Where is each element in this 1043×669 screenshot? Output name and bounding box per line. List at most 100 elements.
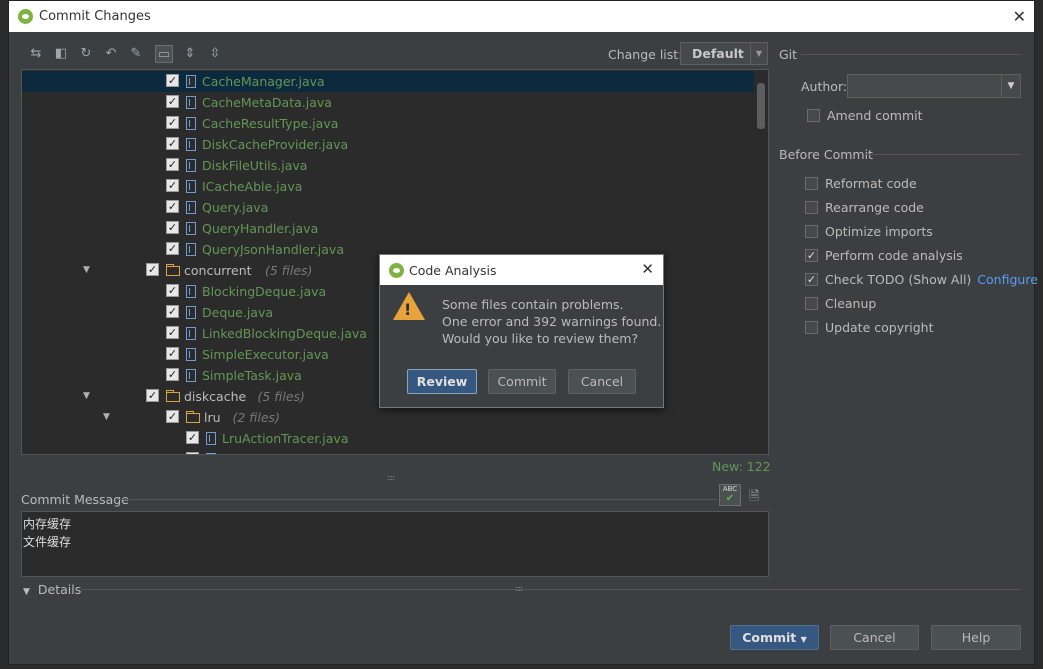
splitter-handle[interactable]: :::: [387, 473, 395, 482]
spell-check-button[interactable]: ABC ✔ [719, 484, 741, 506]
file-name: ICacheAble.java [202, 179, 303, 194]
include-checkbox[interactable]: ✓ [186, 452, 199, 454]
java-file-icon [186, 159, 196, 172]
before-commit-option-label: Check TODO (Show All) Configure [825, 271, 1038, 289]
java-file-icon [186, 96, 196, 109]
file-count-text: (5 files) [257, 389, 305, 404]
check-icon: ✔ [725, 493, 735, 504]
directory-file-count: (2 files) [233, 407, 280, 428]
tree-file-row[interactable]: ✓ CacheResultType.java [22, 113, 754, 134]
directory-name: diskcache [184, 389, 247, 404]
java-file-icon [186, 201, 196, 214]
checkbox-box [805, 297, 818, 310]
include-checkbox[interactable]: ✓ [186, 431, 199, 444]
divider [865, 154, 1021, 155]
splitter-handle[interactable]: :::: [515, 584, 523, 593]
expand-arrow-icon[interactable]: ▼ [83, 260, 90, 281]
before-commit-section-title: Before Commit [779, 147, 873, 162]
configure-link[interactable]: Configure [977, 272, 1038, 287]
include-checkbox[interactable]: ✓ [166, 116, 179, 129]
tree-scrollbar[interactable] [757, 83, 765, 129]
tree-file-row[interactable]: ✓ DiskCacheProvider.java [22, 134, 754, 155]
checkbox-box [805, 177, 818, 190]
include-checkbox[interactable]: ✓ [166, 200, 179, 213]
tree-file-row[interactable]: ✓ QueryHandler.java [22, 218, 754, 239]
file-name: SimpleExecutor.java [202, 347, 329, 362]
close-icon[interactable]: ✕ [641, 260, 654, 278]
new-files-count: New: 122 [712, 459, 771, 474]
window-titlebar: Commit Changes ✕ [9, 1, 1034, 32]
option-text: Reformat code [825, 176, 917, 191]
include-checkbox[interactable]: ✓ [166, 179, 179, 192]
include-checkbox[interactable]: ✓ [146, 263, 159, 276]
folder-icon [186, 411, 200, 423]
include-checkbox[interactable]: ✓ [166, 95, 179, 108]
diff-icon[interactable]: ⇆ [27, 45, 45, 63]
file-name: LinkedBlockingDeque.java [202, 326, 367, 341]
dialog-cancel-button[interactable]: Cancel [568, 369, 636, 394]
include-checkbox[interactable]: ✓ [166, 410, 179, 423]
tree-file-row[interactable]: ✓ SimpleDiskLruCache.java [22, 449, 754, 454]
include-checkbox[interactable]: ✓ [166, 158, 179, 171]
review-button[interactable]: Review [407, 369, 477, 394]
java-file-icon [186, 222, 196, 235]
group-by-directory-icon[interactable]: ▭ [155, 45, 173, 63]
expand-all-icon[interactable]: ⇕ [181, 45, 199, 63]
option-text: Update copyright [825, 320, 934, 335]
tree-file-row[interactable]: ✓ LruActionTracer.java [22, 428, 754, 449]
tree-directory-row[interactable]: ▼ ✓ lru (2 files) [22, 407, 754, 428]
commit-message-input[interactable]: 内存缓存 文件缓存 [21, 511, 769, 577]
collapse-all-icon[interactable]: ⇳ [206, 45, 224, 63]
commit-button[interactable]: Commit ▼ [730, 625, 819, 650]
tree-file-row[interactable]: ✓ DiskFileUtils.java [22, 155, 754, 176]
tree-file-row[interactable]: ✓ Query.java [22, 197, 754, 218]
refresh-icon[interactable]: ↻ [77, 45, 95, 63]
file-name: SimpleTask.java [202, 368, 302, 383]
java-file-icon [186, 180, 196, 193]
author-label: Author: [801, 79, 848, 94]
include-checkbox[interactable]: ✓ [166, 242, 179, 255]
java-file-icon [186, 117, 196, 130]
author-combo[interactable]: ▼ [847, 74, 1021, 98]
tree-file-row[interactable]: ✓ CacheManager.java [22, 71, 754, 92]
include-checkbox[interactable]: ✓ [166, 137, 179, 150]
changelist-label: Change list: [608, 47, 683, 62]
chevron-down-icon: ▼ [800, 635, 807, 644]
file-name: BlockingDeque.java [202, 284, 327, 299]
cancel-button[interactable]: Cancel [830, 625, 919, 650]
dialog-message: Some files contain problems. One error a… [442, 296, 661, 347]
checkbox-box: ✓ [805, 273, 818, 286]
edit-source-icon[interactable]: ✎ [127, 45, 145, 63]
dialog-commit-button[interactable]: Commit [488, 369, 556, 394]
include-checkbox[interactable]: ✓ [166, 368, 179, 381]
spell-check-label: ABC [722, 485, 738, 493]
changelist-combo[interactable]: Default ▼ [680, 42, 768, 65]
include-checkbox[interactable]: ✓ [166, 326, 179, 339]
window-title: Commit Changes [39, 9, 151, 24]
details-toggle[interactable]: ▼ Details [23, 582, 81, 597]
expand-arrow-icon[interactable]: ▼ [103, 407, 110, 428]
tree-file-row[interactable]: ✓ ICacheAble.java [22, 176, 754, 197]
message-history-icon[interactable]: 🗎 [749, 487, 759, 509]
close-icon[interactable]: ✕ [1013, 7, 1026, 26]
option-text: Check TODO (Show All) [825, 272, 972, 287]
include-checkbox[interactable]: ✓ [146, 389, 159, 402]
include-checkbox[interactable]: ✓ [166, 305, 179, 318]
help-button[interactable]: Help [931, 625, 1021, 650]
checkbox-box [805, 201, 818, 214]
option-text: Rearrange code [825, 200, 924, 215]
java-file-icon [186, 348, 196, 361]
dialog-message-line: One error and 392 warnings found. [442, 314, 662, 329]
checkbox-box [805, 321, 818, 334]
include-checkbox[interactable]: ✓ [166, 74, 179, 87]
jump-to-source-icon[interactable]: ◧ [52, 45, 70, 63]
tree-file-row[interactable]: ✓ CacheMetaData.java [22, 92, 754, 113]
include-checkbox[interactable]: ✓ [166, 284, 179, 297]
android-icon [18, 9, 33, 24]
file-name: CacheMetaData.java [202, 95, 332, 110]
rollback-icon[interactable]: ↶ [102, 45, 120, 63]
include-checkbox[interactable]: ✓ [166, 347, 179, 360]
expand-arrow-icon[interactable]: ▼ [83, 386, 90, 407]
include-checkbox[interactable]: ✓ [166, 221, 179, 234]
commit-message-label: Commit Message [21, 492, 129, 507]
